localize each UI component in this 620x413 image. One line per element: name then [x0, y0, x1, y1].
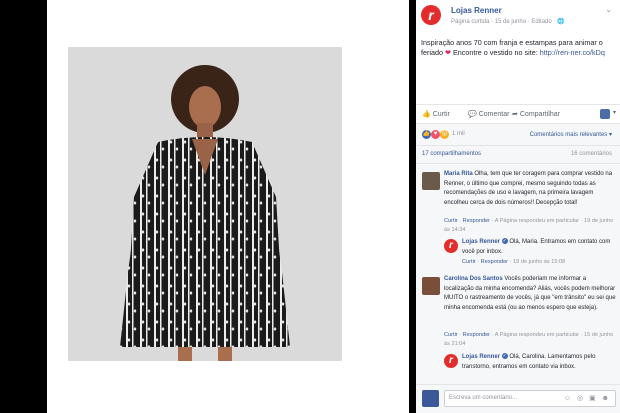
comment-input-placeholder: Escreva um comentário... — [449, 395, 518, 401]
share-label: Compartilhar — [519, 111, 560, 118]
photo-viewer — [47, 0, 409, 413]
comment-input[interactable]: Escreva um comentário... ☺ ◎ ▣ ☻ — [444, 390, 616, 407]
thumbs-up-icon: 👍 — [422, 111, 431, 118]
post-options-chevron-icon[interactable]: ⌄ — [605, 5, 612, 14]
post-header: r Lojas Renner Página curtida · 15 de ju… — [416, 0, 620, 30]
page-avatar[interactable]: r — [421, 5, 441, 25]
comment-icon: 💬 — [468, 111, 477, 118]
composer-icons[interactable]: ☺ ◎ ▣ ☻ — [564, 394, 611, 402]
reply-reply-link[interactable]: Responder — [481, 259, 508, 265]
comment-reply-link[interactable]: Responder — [463, 332, 490, 338]
comment-label: Comentar — [478, 111, 510, 118]
love-reaction-icon[interactable]: ♥ — [431, 130, 440, 139]
comments-count[interactable]: 16 comentários — [571, 151, 612, 157]
comment-avatar[interactable] — [422, 172, 440, 190]
comment-reply-link[interactable]: Responder — [463, 218, 490, 224]
comment-body: Carolina Dos Santos Vocês poderiam me in… — [444, 275, 616, 313]
comment-author[interactable]: Maria Rita — [444, 171, 473, 177]
like-button[interactable]: 👍 Curtir — [422, 110, 450, 118]
post-meta: Página curtida · 15 de junho · Editado ·… — [451, 19, 565, 25]
page-name[interactable]: Lojas Renner — [451, 6, 502, 15]
reply-author[interactable]: Lojas Renner — [462, 354, 500, 360]
post-sidebar: r Lojas Renner Página curtida · 15 de ju… — [416, 0, 620, 413]
post-text-cta: Encontre o vestido no site: — [453, 48, 538, 57]
post-stats: 17 compartilhamentos 16 comentários — [416, 146, 620, 164]
share-arrow-icon: ➦ — [512, 111, 518, 118]
wow-reaction-icon[interactable]: 😮 — [440, 130, 449, 139]
comment-sort-dropdown[interactable]: Comentários mais relevantes ▾ — [530, 131, 612, 138]
comment-composer: Escreva um comentário... ☺ ◎ ▣ ☻ — [416, 384, 620, 413]
reply-avatar[interactable]: r — [444, 239, 458, 253]
post-link[interactable]: http://ren-ner.co/kDq — [540, 48, 605, 57]
verified-badge-icon: ✓ — [501, 353, 508, 360]
heart-icon: ❤ — [444, 48, 452, 57]
like-reaction-icon[interactable]: 👍 — [422, 130, 431, 139]
reply-meta: Curtir · Responder · 19 de junho às 15:0… — [462, 259, 566, 265]
share-button[interactable]: ➦ Compartilhar — [512, 110, 560, 118]
shares-count[interactable]: 17 compartilhamentos — [422, 151, 481, 157]
comment-like-link[interactable]: Curtir — [444, 332, 458, 338]
comments-list: Maria Rita Olha, tem que ter coragem par… — [416, 164, 620, 384]
reaction-count[interactable]: 1 mil — [452, 131, 465, 137]
like-label: Curtir — [432, 111, 450, 118]
reply-author[interactable]: Lojas Renner — [462, 239, 500, 245]
post-text: Inspiração anos 70 com franja e estampas… — [421, 38, 613, 58]
share-as-avatar[interactable] — [600, 109, 610, 119]
reply-meta-text: · 19 de junho às 15:08 — [509, 259, 566, 265]
user-avatar[interactable] — [422, 390, 439, 407]
comment-button[interactable]: 💬 Comentar — [468, 110, 509, 118]
reply-avatar[interactable]: r — [444, 354, 458, 368]
comment-meta: Curtir · Responder · A Página respondeu … — [444, 218, 614, 233]
comment-like-link[interactable]: Curtir — [444, 218, 458, 224]
share-as-chevron-icon[interactable]: ▾ — [613, 109, 616, 116]
comment-avatar[interactable] — [422, 277, 440, 295]
post-photo[interactable] — [68, 47, 342, 361]
comment-author[interactable]: Carolina Dos Santos — [444, 276, 503, 282]
verified-badge-icon: ✓ — [501, 238, 508, 245]
post-actions-bar: 👍 Curtir 💬 Comentar ➦ Compartilhar ▾ — [416, 104, 620, 124]
comment-meta: Curtir · Responder · A Página respondeu … — [444, 332, 614, 347]
reply-body: Lojas Renner ✓ Olá, Maria. Entramos em c… — [462, 238, 616, 257]
comment-body: Maria Rita Olha, tem que ter coragem par… — [444, 170, 616, 208]
reply-like-link[interactable]: Curtir — [462, 259, 476, 265]
reactions-bar: 👍 ♥ 😮 1 mil Comentários mais relevantes … — [416, 124, 620, 146]
reply-body: Lojas Renner ✓ Olá, Carolina. Lamentamos… — [462, 353, 616, 372]
